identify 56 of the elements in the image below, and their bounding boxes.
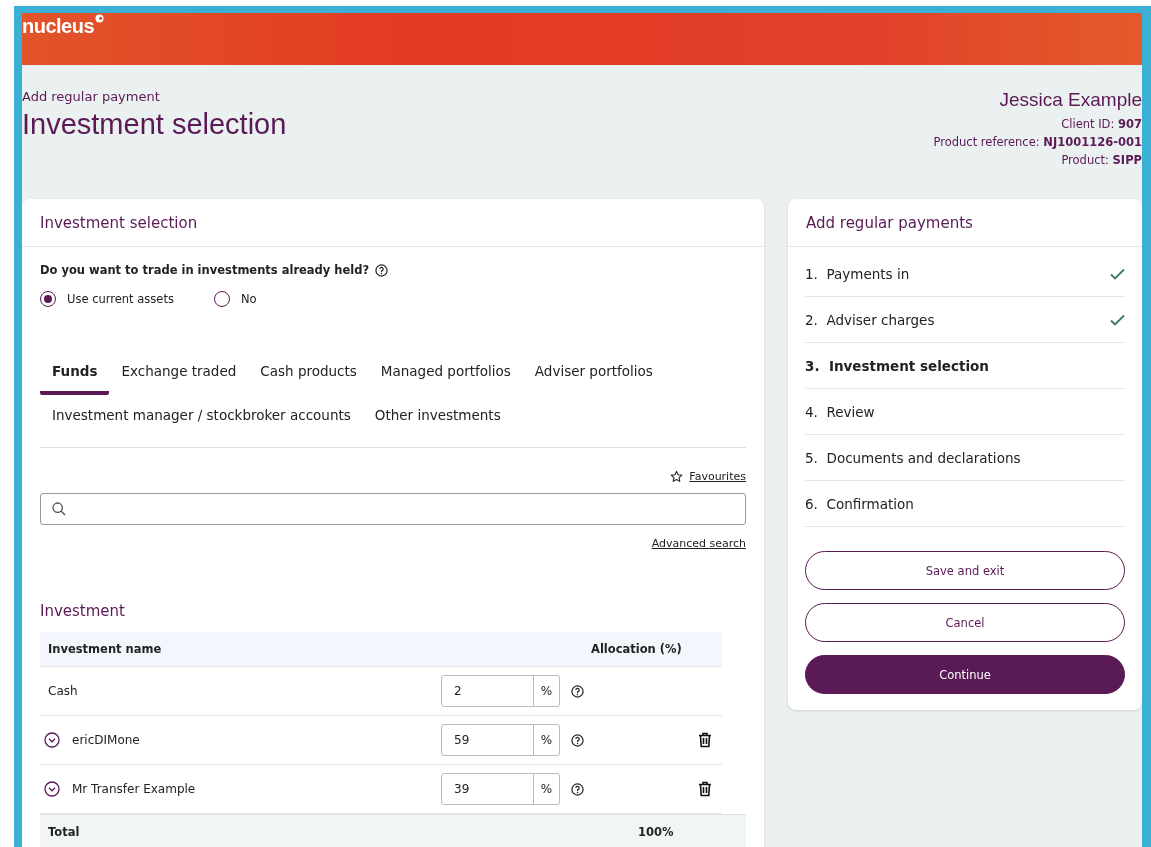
help-icon[interactable]: [571, 733, 584, 747]
page-subtitle: Add regular payment: [22, 89, 161, 104]
card-heading: Add regular payments: [788, 199, 1142, 247]
tab[interactable]: Managed portfolios: [368, 355, 523, 395]
tab[interactable]: Funds: [40, 355, 110, 395]
expand-icon[interactable]: [44, 732, 60, 748]
unit-label: %: [533, 676, 559, 706]
client-detail: Product: SIPP: [1061, 152, 1142, 169]
total-value: 100%: [638, 825, 674, 839]
page-title: Investment selection: [22, 108, 287, 141]
step-item[interactable]: 4. Review: [805, 389, 1125, 435]
radio-option[interactable]: No: [213, 291, 257, 307]
trash-icon[interactable]: [698, 732, 712, 748]
search-icon: [51, 501, 67, 517]
outline-button[interactable]: Cancel: [805, 603, 1125, 642]
help-icon[interactable]: [571, 782, 584, 796]
tab[interactable]: Adviser portfolios: [522, 355, 665, 395]
unit-label: %: [533, 774, 559, 804]
step-item[interactable]: 3. Investment selection: [805, 343, 1125, 389]
step-item[interactable]: 1. Payments in: [805, 251, 1125, 297]
logo-dot-icon: [95, 14, 105, 23]
tab[interactable]: Investment manager / stockbroker accounts: [40, 399, 363, 439]
unit-label: %: [533, 725, 559, 755]
section-title: Investment: [40, 602, 126, 620]
client-detail: Client ID: 907: [1061, 116, 1142, 133]
step-item[interactable]: 2. Adviser charges: [805, 297, 1125, 343]
investment-name: Mr Transfer Example: [72, 782, 196, 796]
step-item[interactable]: 6. Confirmation: [805, 481, 1125, 527]
column-header: Investment name: [47, 642, 163, 656]
advanced-search-link[interactable]: Advanced search: [651, 537, 746, 550]
allocation-field[interactable]: 59 %: [441, 724, 560, 756]
help-icon[interactable]: [375, 263, 389, 277]
allocation-field[interactable]: 2 %: [441, 675, 560, 707]
client-detail: Product reference: NJ1001126-001: [933, 134, 1142, 151]
investment-name: Cash: [47, 684, 78, 698]
search-field[interactable]: [40, 493, 746, 525]
card-heading: Investment selection: [22, 199, 764, 247]
star-icon[interactable]: [670, 470, 684, 483]
favourites-link[interactable]: Favourites: [689, 470, 746, 483]
step-item[interactable]: 5. Documents and declarations: [805, 435, 1125, 481]
client-name: Jessica Example: [999, 89, 1142, 111]
tab[interactable]: Cash products: [248, 355, 369, 395]
help-icon[interactable]: [571, 684, 584, 698]
tab[interactable]: Other investments: [362, 399, 513, 439]
continue-button[interactable]: Continue: [805, 655, 1125, 694]
question-text: Do you want to trade in investments already held?: [40, 263, 370, 277]
trash-icon[interactable]: [698, 781, 712, 797]
radio-option[interactable]: Use current assets: [40, 291, 174, 307]
column-header: Allocation (%): [590, 642, 682, 656]
total-label: Total: [47, 825, 81, 839]
logo[interactable]: nucleus: [22, 15, 95, 38]
outline-button[interactable]: Save and exit: [805, 551, 1125, 590]
investment-name: ericDIMone: [72, 733, 140, 747]
tab[interactable]: Exchange traded: [109, 355, 249, 395]
expand-icon[interactable]: [44, 781, 60, 797]
allocation-field[interactable]: 39 %: [441, 773, 560, 805]
